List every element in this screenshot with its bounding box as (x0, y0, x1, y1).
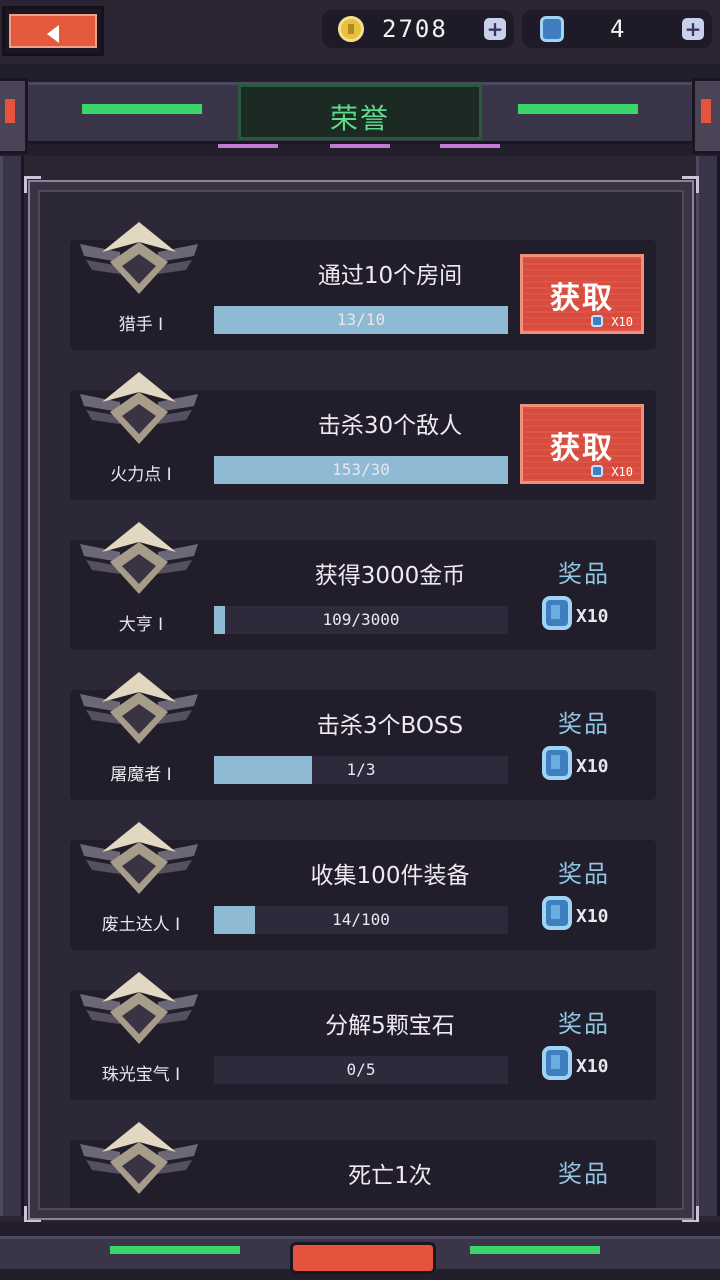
back-button[interactable] (2, 6, 104, 56)
reward-amount: X10 (576, 606, 609, 627)
rank-badge-icon (80, 822, 198, 900)
cap-light (701, 99, 711, 123)
header-cap-left (0, 78, 28, 154)
coin-counter: 2708 + (322, 10, 514, 48)
achievement-title: 通过10个房间 (317, 263, 463, 289)
bottom-led-left (110, 1246, 240, 1254)
progress-text: 1/3 (346, 760, 376, 779)
rank-badge-icon (80, 672, 198, 750)
achievement-card: 收集100件装备废土达人 I 14/100 奖品 X10 (70, 822, 656, 950)
gem-icon (542, 896, 572, 930)
claim-button-label: 获取 (550, 431, 614, 466)
coin-icon (338, 16, 364, 42)
title-dash (330, 144, 390, 148)
gem-amount: 4 (610, 15, 627, 43)
achievement-card: 击杀30个敌人火力点 I 153/30 获取 X10 (70, 372, 656, 500)
achievement-title: 死亡1次 (348, 1163, 432, 1189)
rank-badge-icon (80, 1122, 198, 1200)
title-plate: 荣誉 (238, 84, 482, 140)
reward-amount: X10 (611, 315, 633, 329)
achievement-title: 收集100件装备 (310, 863, 470, 889)
title-dash (440, 144, 500, 148)
reward-amount: X10 (611, 465, 633, 479)
progress-text: 14/100 (332, 910, 390, 929)
rank-label: 屠魔者 I (110, 765, 172, 785)
achievement-title: 分解5颗宝石 (325, 1013, 455, 1039)
gem-icon (540, 16, 564, 42)
rank-label: 废土达人 I (101, 915, 181, 935)
rank-label: 火力点 I (110, 465, 172, 485)
reward-label: 奖品 (558, 1160, 610, 1188)
achievement-card: 获得3000金币大亨 I 109/3000 奖品 X10 (70, 522, 656, 650)
reward-amount: X10 (576, 1056, 609, 1077)
progress-text: 109/3000 (322, 610, 400, 629)
panel-corner (682, 1206, 699, 1223)
bottom-led-right (470, 1246, 600, 1254)
achievement-card: 通过10个房间猎手 I 13/10 获取 X10 (70, 222, 656, 350)
rank-badge-icon (80, 372, 198, 450)
progress-bar: 0/5 (214, 1056, 508, 1084)
frame-right (696, 156, 720, 1216)
claim-button[interactable]: 获取 X10 (520, 404, 644, 484)
progress-bar: 109/3000 (214, 606, 508, 634)
claim-button[interactable]: 获取 X10 (520, 254, 644, 334)
header-led-right (518, 104, 638, 114)
rank-badge-icon (80, 972, 198, 1050)
progress-text: 0/5 (346, 1060, 376, 1079)
gem-icon (542, 1046, 572, 1080)
gem-icon (591, 315, 603, 327)
rank-badge-icon (80, 522, 198, 600)
claim-button-label: 获取 (550, 281, 614, 316)
gem-icon (542, 746, 572, 780)
progress-bar: 1/3 (214, 756, 508, 784)
close-button[interactable] (290, 1242, 436, 1274)
achievement-title: 击杀30个敌人 (317, 413, 463, 439)
page-title: 荣誉 (329, 102, 390, 135)
achievement-card: 击杀3个BOSS 屠魔者 I 1/3 奖品 X10 (70, 672, 656, 800)
header-cap-right (692, 78, 720, 154)
gem-icon (542, 596, 572, 630)
coin-amount: 2708 (382, 15, 448, 43)
progress-bar: 13/10 (214, 306, 508, 334)
reward-label: 奖品 (558, 1010, 610, 1038)
back-arrow-icon (47, 25, 59, 43)
cap-light (5, 99, 15, 123)
rank-label: 珠光宝气 I (101, 1065, 181, 1085)
achievement-title: 获得3000金币 (314, 563, 466, 589)
add-gems-button[interactable]: + (682, 18, 704, 40)
rank-badge-icon (80, 222, 198, 300)
add-coins-button[interactable]: + (484, 18, 506, 40)
gem-icon (591, 465, 603, 477)
achievement-title: 击杀3个BOSS (316, 713, 464, 739)
progress-text: 13/10 (336, 310, 386, 329)
title-dash (218, 144, 278, 148)
progress-text: 153/30 (332, 460, 390, 479)
achievement-card: 分解5颗宝石珠光宝气 I 0/5 奖品 X10 (70, 972, 656, 1100)
rank-label: 大亨 I (118, 615, 164, 635)
progress-bar: 14/100 (214, 906, 508, 934)
frame-left (0, 156, 24, 1216)
reward-amount: X10 (576, 756, 609, 777)
reward-amount: X10 (576, 906, 609, 927)
reward-label: 奖品 (558, 860, 610, 888)
achievement-card: 死亡1次 奖品 (70, 1122, 656, 1208)
rank-label: 猎手 I (118, 315, 164, 335)
progress-bar: 153/30 (214, 456, 508, 484)
panel-corner (682, 176, 699, 193)
back-button-face (9, 14, 97, 48)
achievement-list[interactable]: 通过10个房间 猎手 I 13/10 获取 X10 击杀30个敌人 火力点 I 153/30 获… (38, 190, 684, 1210)
reward-label: 奖品 (558, 560, 610, 588)
reward-label: 奖品 (558, 710, 610, 738)
header-led-left (82, 104, 202, 114)
gem-counter: 4 + (522, 10, 712, 48)
